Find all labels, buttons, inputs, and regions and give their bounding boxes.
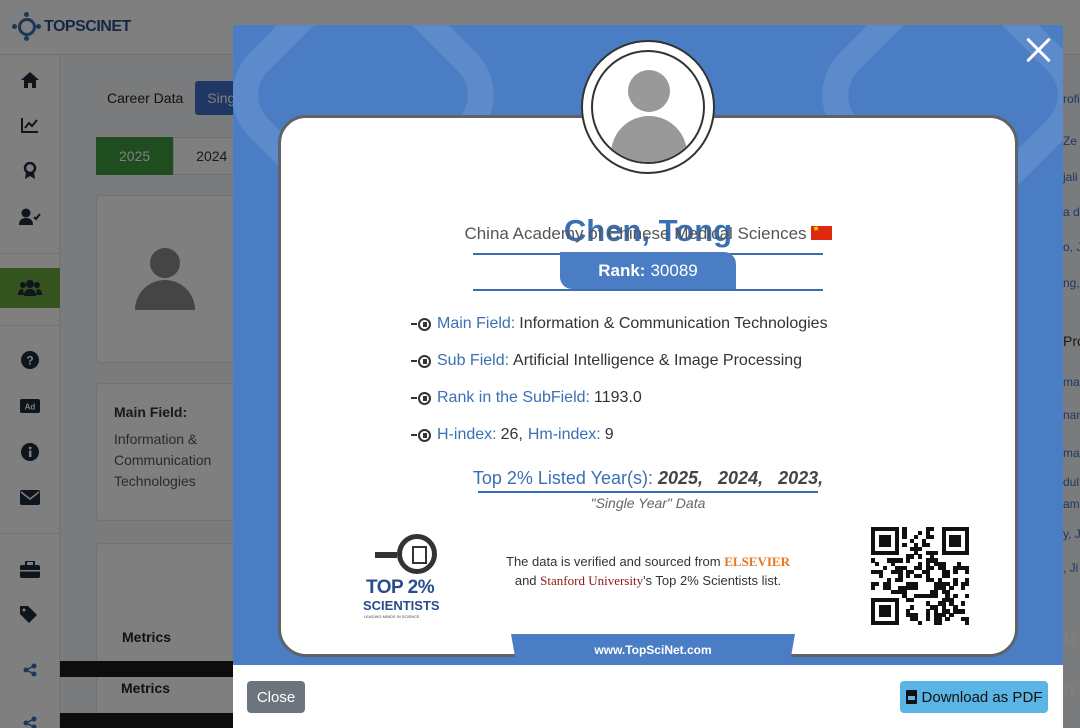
search-bullet-icon <box>411 317 431 331</box>
affiliation-text: China Academy of Chinese Medical Science… <box>464 224 807 243</box>
top2-underline <box>478 491 818 493</box>
badge-line2: SCIENTISTS <box>363 598 440 613</box>
search-bullet-icon <box>411 428 431 442</box>
rank-divider-bottom <box>473 289 823 291</box>
verified-and: and <box>514 573 537 588</box>
profile-photo <box>581 40 715 174</box>
top2-years: 2025, 2024, 2023, <box>657 468 824 488</box>
download-pdf-label: Download as PDF <box>921 688 1043 706</box>
single-year-note: "Single Year" Data <box>590 495 706 511</box>
magnifier-document-icon <box>397 534 437 574</box>
badge-line1: TOP 2% <box>366 577 435 598</box>
top2-listed-years: Top 2% Listed Year(s): 2025, 2024, 2023, <box>233 468 1063 489</box>
badge-line3: LEADING MINDS IN SCIENCE <box>364 614 420 619</box>
rank-value: 30089 <box>650 260 698 280</box>
sub-field-row: Sub Field: Artificial Intelligence & Ima… <box>411 352 802 370</box>
top2-label: Top 2% Listed Year(s): <box>472 468 653 488</box>
hindex-label: H-index: <box>437 426 497 443</box>
website-url[interactable]: www.TopSciNet.com <box>511 634 795 665</box>
close-x-icon[interactable] <box>1025 36 1053 64</box>
affiliation: China Academy of Chinese Medical Science… <box>233 224 1063 244</box>
download-pdf-button[interactable]: Download as PDF <box>900 681 1048 713</box>
hindex-value: 26, <box>500 426 523 443</box>
china-flag-icon <box>810 224 832 240</box>
rank-badge: Rank: 30089 <box>560 252 736 289</box>
verified-post: 's Top 2% Scientists list. <box>643 573 782 588</box>
verification-note: The data is verified and sourced from EL… <box>483 552 813 590</box>
qr-code <box>871 527 970 626</box>
verified-text: The data is verified and sourced from <box>506 554 721 569</box>
hmindex-value: 9 <box>604 426 614 443</box>
main-field-row: Main Field: Information & Communication … <box>411 315 828 333</box>
field-value: Information & Communication Technologies <box>519 315 828 332</box>
certificate-banner: Chen, Tong China Academy of Chinese Medi… <box>233 25 1063 665</box>
rank-label: Rank: <box>598 260 646 280</box>
search-bullet-icon <box>411 391 431 405</box>
modal-footer: Close Download as PDF <box>233 665 1063 728</box>
search-bullet-icon <box>411 354 431 368</box>
field-label: Rank in the SubField: <box>437 389 590 406</box>
file-pdf-icon <box>905 690 917 704</box>
hmindex-label: Hm-index: <box>527 426 601 443</box>
top2-scientists-logo: TOP 2% SCIENTISTS LEADING MINDS IN SCIEN… <box>363 530 463 625</box>
hindex-row: H-index: 26, Hm-index: 9 <box>411 426 614 444</box>
field-label: Sub Field: <box>437 352 510 369</box>
stanford-logo-text: Stanford University <box>540 573 644 588</box>
field-value: 1193.0 <box>593 389 642 406</box>
elsevier-logo-text: ELSEVIER <box>724 554 790 569</box>
field-value: Artificial Intelligence & Image Processi… <box>513 352 803 369</box>
subfield-rank-row: Rank in the SubField: 1193.0 <box>411 389 642 407</box>
field-label: Main Field: <box>437 315 516 332</box>
scientist-certificate-modal: Chen, Tong China Academy of Chinese Medi… <box>233 25 1063 728</box>
close-button[interactable]: Close <box>247 681 305 713</box>
